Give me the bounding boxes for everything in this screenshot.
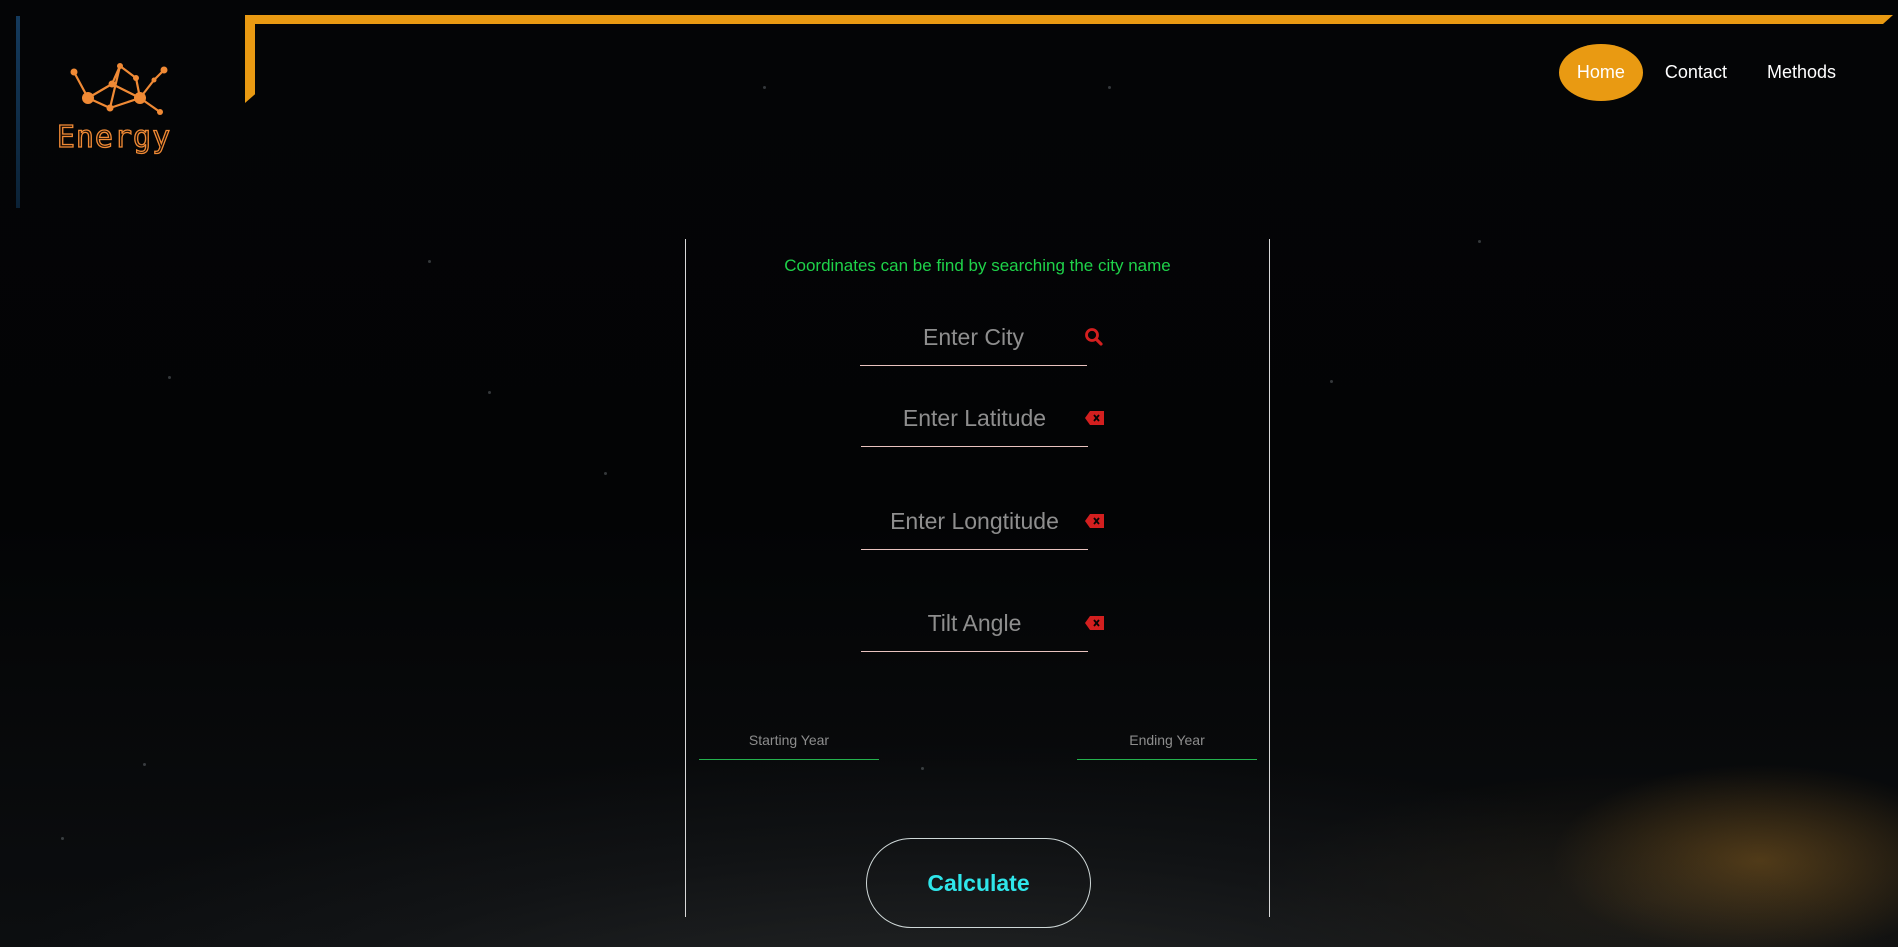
latitude-field bbox=[861, 390, 1104, 447]
city-field bbox=[860, 309, 1103, 366]
calculation-form: Coordinates can be find by searching the… bbox=[685, 239, 1270, 928]
nav-item-contact[interactable]: Contact bbox=[1647, 44, 1745, 101]
city-input[interactable] bbox=[860, 309, 1087, 365]
clear-backspace-icon[interactable] bbox=[1084, 511, 1106, 531]
longitude-field bbox=[861, 493, 1104, 550]
tilt-angle-input[interactable] bbox=[861, 595, 1088, 651]
main-nav: Home Contact Methods bbox=[1558, 44, 1854, 101]
latitude-input[interactable] bbox=[861, 390, 1088, 446]
end-year-input[interactable] bbox=[1077, 721, 1257, 759]
header-frame-left bbox=[16, 16, 20, 208]
end-year-field bbox=[1077, 721, 1257, 760]
start-year-input[interactable] bbox=[699, 721, 879, 759]
coordinates-hint: Coordinates can be find by searching the… bbox=[784, 256, 1171, 275]
longitude-input[interactable] bbox=[861, 493, 1088, 549]
search-icon[interactable] bbox=[1083, 327, 1105, 347]
brand-name: Energy bbox=[56, 119, 172, 155]
header-frame-drop bbox=[245, 15, 255, 103]
clear-backspace-icon[interactable] bbox=[1084, 408, 1106, 428]
start-year-field bbox=[699, 721, 879, 760]
tilt-angle-field bbox=[861, 595, 1104, 652]
nav-item-home[interactable]: Home bbox=[1558, 44, 1643, 101]
network-nodes-icon bbox=[70, 63, 168, 115]
nav-item-methods[interactable]: Methods bbox=[1749, 44, 1854, 101]
header-frame-top bbox=[245, 15, 1893, 24]
calculate-button[interactable]: Calculate bbox=[866, 838, 1091, 928]
brand-logo[interactable]: Energy bbox=[52, 58, 176, 158]
clear-backspace-icon[interactable] bbox=[1084, 613, 1106, 633]
